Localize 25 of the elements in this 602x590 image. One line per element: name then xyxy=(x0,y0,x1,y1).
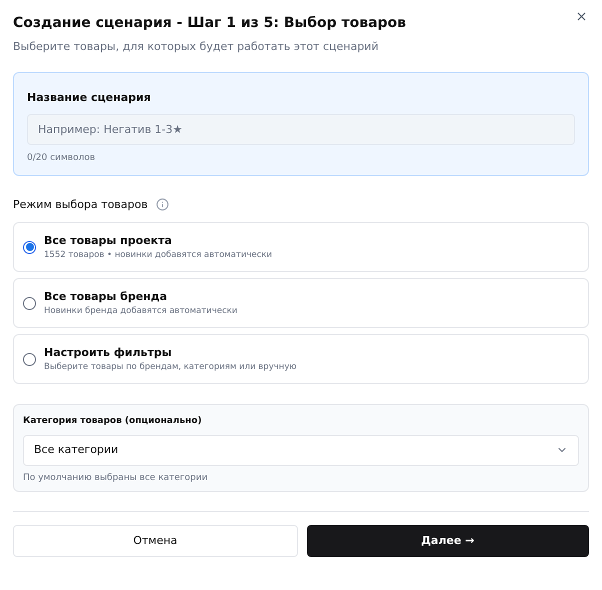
cancel-button[interactable]: Отмена xyxy=(13,525,298,557)
radio-option[interactable]: Все товары проекта 1552 товаров • новинки добавятся автоматически xyxy=(13,222,589,272)
option-description: 1552 товаров • новинки добавятся автоматически xyxy=(44,249,272,261)
field-label: Название сценария xyxy=(27,90,152,106)
radio-button[interactable] xyxy=(23,352,36,366)
radio-option[interactable]: Все товары бренда Новинки бренда добавятся автоматически xyxy=(13,278,589,328)
character-counter: 0/20 символов xyxy=(27,152,96,165)
radio-button[interactable] xyxy=(23,296,36,310)
option-title: Все товары бренда xyxy=(44,289,168,305)
dialog-subtitle: Выберите товары, для которых будет работать этот сценарий xyxy=(13,39,380,55)
close-icon xyxy=(575,10,588,23)
field-label: Категория товаров (опционально) xyxy=(23,415,203,428)
name-input[interactable]: Например: Негатив 1-3★ xyxy=(27,114,575,145)
info-icon[interactable] xyxy=(156,198,169,212)
option-title: Все товары проекта xyxy=(44,233,173,249)
dialog-title: Создание сценария - Шаг 1 из 5: Выбор товаров xyxy=(13,14,406,33)
option-title: Настроить фильтры xyxy=(44,345,173,361)
option-description: Выберите товары по брендам, категориям или вручную xyxy=(44,361,297,373)
radio-option[interactable]: Настроить фильтры Выберите товары по брендам, категориям или вручную xyxy=(13,334,589,384)
field-hint: По умолчанию выбраны все категории xyxy=(23,472,209,484)
option-description: Новинки бренда добавятся автоматически xyxy=(44,305,238,317)
category-select[interactable]: Все категории xyxy=(23,434,579,466)
radio-button[interactable] xyxy=(23,240,36,254)
next-button[interactable]: Далее → xyxy=(306,525,589,557)
section-label: Режим выбора товаров xyxy=(13,196,148,212)
